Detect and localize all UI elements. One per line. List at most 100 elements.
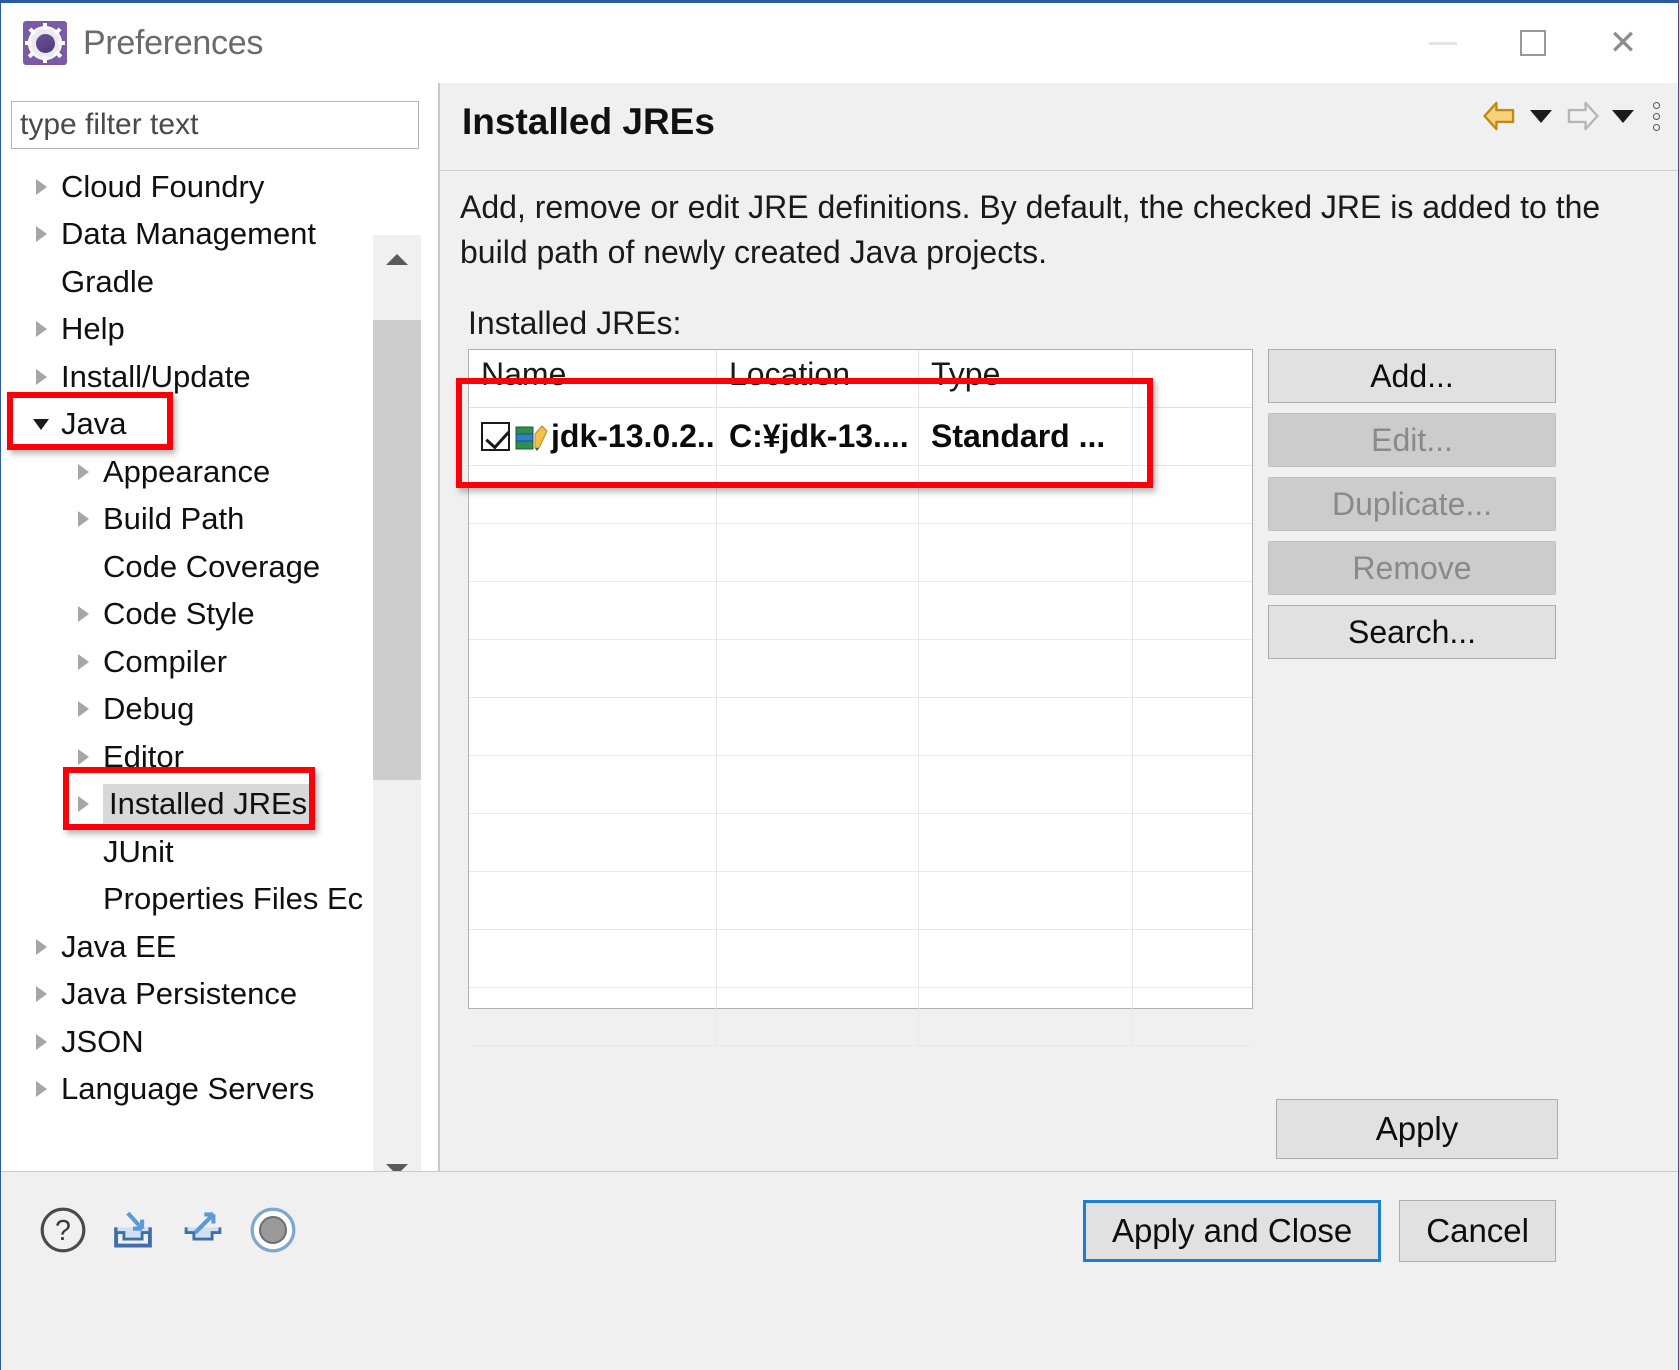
minimize-button[interactable]: [1398, 12, 1488, 74]
sidebar-item-installed-jres[interactable]: Installed JREs: [11, 781, 376, 829]
forward-history-chevron-down-icon[interactable]: [1612, 109, 1634, 123]
empty-cell: [717, 814, 919, 871]
empty-cell: [1133, 524, 1252, 581]
view-menu-icon[interactable]: [1653, 101, 1660, 131]
chevron-right-icon[interactable]: [21, 1033, 61, 1050]
chevron-right-icon[interactable]: [21, 321, 61, 338]
apply-button[interactable]: Apply: [1276, 1099, 1558, 1159]
footer-icon-group: ?: [37, 1204, 299, 1256]
jre-action-buttons: Add... Edit... Duplicate... Remove Search...: [1268, 349, 1556, 659]
chevron-right-icon[interactable]: [63, 796, 103, 813]
sidebar-item-editor[interactable]: Editor: [11, 733, 376, 781]
chevron-right-icon[interactable]: [63, 463, 103, 480]
sidebar-item-data-management[interactable]: Data Management: [11, 211, 376, 259]
cancel-button[interactable]: Cancel: [1399, 1200, 1556, 1262]
column-header-name[interactable]: Name: [469, 350, 717, 407]
empty-cell: [1133, 756, 1252, 813]
empty-cell: [717, 756, 919, 813]
chevron-right-icon[interactable]: [21, 938, 61, 955]
vertical-scroll-thumb[interactable]: [373, 320, 421, 780]
back-history-chevron-down-icon[interactable]: [1530, 109, 1552, 123]
sidebar-item-java-persistence[interactable]: Java Persistence: [11, 971, 376, 1019]
sidebar-item-debug[interactable]: Debug: [11, 686, 376, 734]
sidebar-item-help[interactable]: Help: [11, 306, 376, 354]
chevron-right-icon[interactable]: [63, 606, 103, 623]
window-controls: ✕: [1398, 3, 1668, 83]
chevron-right-icon[interactable]: [63, 748, 103, 765]
chevron-down-icon[interactable]: [21, 418, 61, 430]
chevron-right-icon[interactable]: [21, 368, 61, 385]
column-header-location[interactable]: Location: [717, 350, 919, 407]
chevron-right-icon[interactable]: [63, 511, 103, 528]
maximize-button[interactable]: [1488, 12, 1578, 74]
preferences-sidebar: Cloud Foundry Data Management Gradle Help In…: [1, 83, 438, 1239]
sidebar-item-json[interactable]: JSON: [11, 1018, 376, 1066]
table-empty-row: [469, 988, 1252, 1046]
sidebar-item-code-style[interactable]: Code Style: [11, 591, 376, 639]
sidebar-item-gradle[interactable]: Gradle: [11, 258, 376, 306]
table-row[interactable]: jdk-13.0.2... C:¥jdk-13.... Standard ...: [469, 408, 1252, 466]
jre-default-checkbox[interactable]: [481, 422, 510, 451]
table-empty-row: [469, 466, 1252, 524]
sidebar-item-compiler[interactable]: Compiler: [11, 638, 376, 686]
column-header-extra[interactable]: [1133, 350, 1252, 407]
jre-name-text: jdk-13.0.2...: [551, 418, 717, 454]
empty-cell: [469, 988, 717, 1045]
sidebar-item-java[interactable]: Java: [11, 401, 376, 449]
export-icon[interactable]: [177, 1204, 229, 1256]
chevron-right-icon[interactable]: [21, 226, 61, 243]
remove-button: Remove: [1268, 541, 1556, 595]
empty-cell: [717, 930, 919, 987]
sidebar-item-code-coverage[interactable]: Code Coverage: [11, 543, 376, 591]
preference-tree: Cloud Foundry Data Management Gradle Help In…: [11, 163, 419, 1183]
empty-cell: [919, 466, 1133, 523]
column-header-type[interactable]: Type: [919, 350, 1133, 407]
installed-jres-table[interactable]: Name Location Type jdk-13.0.2... C:¥jdk-1…: [468, 349, 1253, 1046]
table-empty-row: [469, 930, 1252, 988]
import-icon[interactable]: [107, 1204, 159, 1256]
empty-cell: [919, 814, 1133, 871]
apply-and-close-button[interactable]: Apply and Close: [1082, 1200, 1382, 1262]
sidebar-item-label: Cloud Foundry: [61, 168, 265, 204]
search-input[interactable]: [11, 101, 419, 149]
empty-cell: [469, 582, 717, 639]
sidebar-item-appearance[interactable]: Appearance: [11, 448, 376, 496]
add-button[interactable]: Add...: [1268, 349, 1556, 403]
sidebar-item-java-ee[interactable]: Java EE: [11, 923, 376, 971]
svg-text:?: ?: [55, 1215, 71, 1247]
close-button[interactable]: ✕: [1578, 12, 1668, 74]
scroll-up-button[interactable]: [373, 235, 421, 283]
empty-cell: [469, 930, 717, 987]
empty-cell: [919, 698, 1133, 755]
empty-cell: [469, 814, 717, 871]
sidebar-item-label: Editor: [103, 738, 184, 774]
back-arrow-icon[interactable]: [1481, 97, 1519, 135]
tree-vertical-scrollbar[interactable]: [373, 235, 421, 1193]
sidebar-item-cloud-foundry[interactable]: Cloud Foundry: [11, 163, 376, 211]
sidebar-item-label: Data Management: [61, 216, 317, 252]
chevron-right-icon[interactable]: [63, 701, 103, 718]
page-nav-toolbar: [1481, 97, 1660, 135]
chevron-right-icon[interactable]: [21, 178, 61, 195]
sidebar-item-label: Build Path: [103, 501, 245, 537]
sidebar-item-language-servers[interactable]: Language Servers: [11, 1066, 376, 1114]
table-empty-row: [469, 872, 1252, 930]
sidebar-item-label: Compiler: [103, 643, 228, 679]
chevron-right-icon[interactable]: [63, 653, 103, 670]
sidebar-item-install-update[interactable]: Install/Update: [11, 353, 376, 401]
table-empty-row: [469, 582, 1252, 640]
empty-cell: [469, 872, 717, 929]
sidebar-item-properties-files-ec[interactable]: Properties Files Ec: [11, 876, 376, 924]
empty-cell: [717, 582, 919, 639]
help-icon[interactable]: ?: [37, 1204, 89, 1256]
search-button[interactable]: Search...: [1268, 605, 1556, 659]
sidebar-item-junit[interactable]: JUnit: [11, 828, 376, 876]
preferences-window: Preferences ✕ Cloud Foundry Data Manageme…: [0, 0, 1679, 1370]
chevron-right-icon[interactable]: [21, 986, 61, 1003]
sidebar-item-build-path[interactable]: Build Path: [11, 496, 376, 544]
empty-cell: [919, 988, 1133, 1045]
restore-defaults-icon[interactable]: [247, 1204, 299, 1256]
forward-arrow-icon: [1567, 101, 1599, 131]
chevron-right-icon[interactable]: [21, 1081, 61, 1098]
footer-buttons: Apply and Close Cancel: [1082, 1200, 1556, 1262]
